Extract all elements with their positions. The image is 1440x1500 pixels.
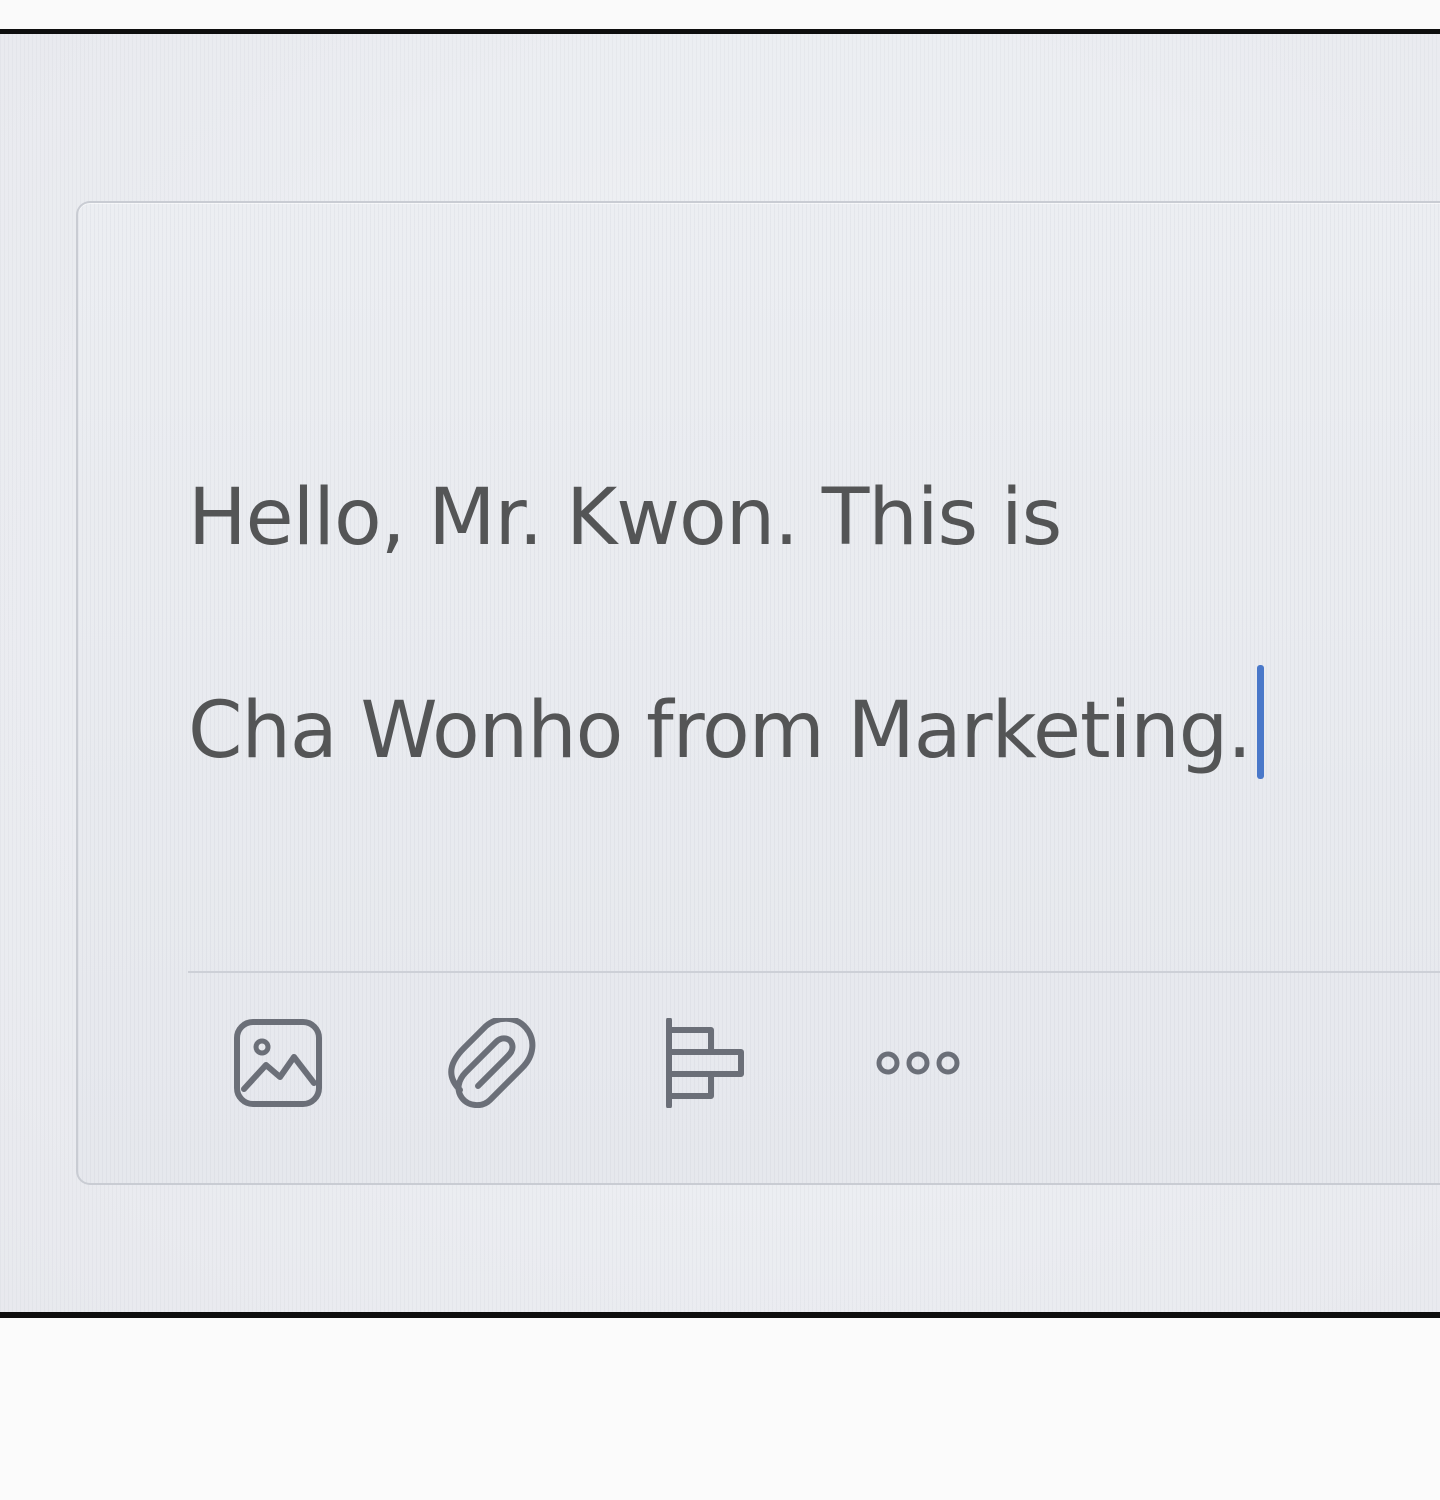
message-line-2: Cha Wonho from Marketing.	[188, 686, 1252, 776]
comic-panel: Hello, Mr. Kwon. This is Cha Wonho from …	[0, 0, 1440, 1500]
screen-background: Hello, Mr. Kwon. This is Cha Wonho from …	[0, 34, 1440, 1312]
text-format-icon	[666, 1018, 744, 1108]
message-text-area[interactable]: Hello, Mr. Kwon. This is Cha Wonho from …	[188, 371, 1388, 878]
more-options-button[interactable]	[868, 1013, 968, 1113]
message-line-2-wrapper: Cha Wonho from Marketing.	[188, 665, 1388, 780]
paperclip-icon	[448, 1018, 536, 1108]
compose-toolbar	[228, 1013, 1028, 1113]
insert-image-button[interactable]	[228, 1013, 328, 1113]
text-format-button[interactable]	[656, 1013, 756, 1113]
gutter-below-panel	[0, 1318, 1440, 1500]
message-line-1: Hello, Mr. Kwon. This is	[188, 473, 1062, 563]
message-compose-box[interactable]: Hello, Mr. Kwon. This is Cha Wonho from …	[76, 201, 1440, 1185]
toolbar-divider	[188, 971, 1440, 973]
image-icon	[234, 1019, 322, 1107]
more-options-icon	[876, 1051, 960, 1075]
text-cursor	[1257, 665, 1265, 779]
attach-file-button[interactable]	[440, 1013, 540, 1113]
